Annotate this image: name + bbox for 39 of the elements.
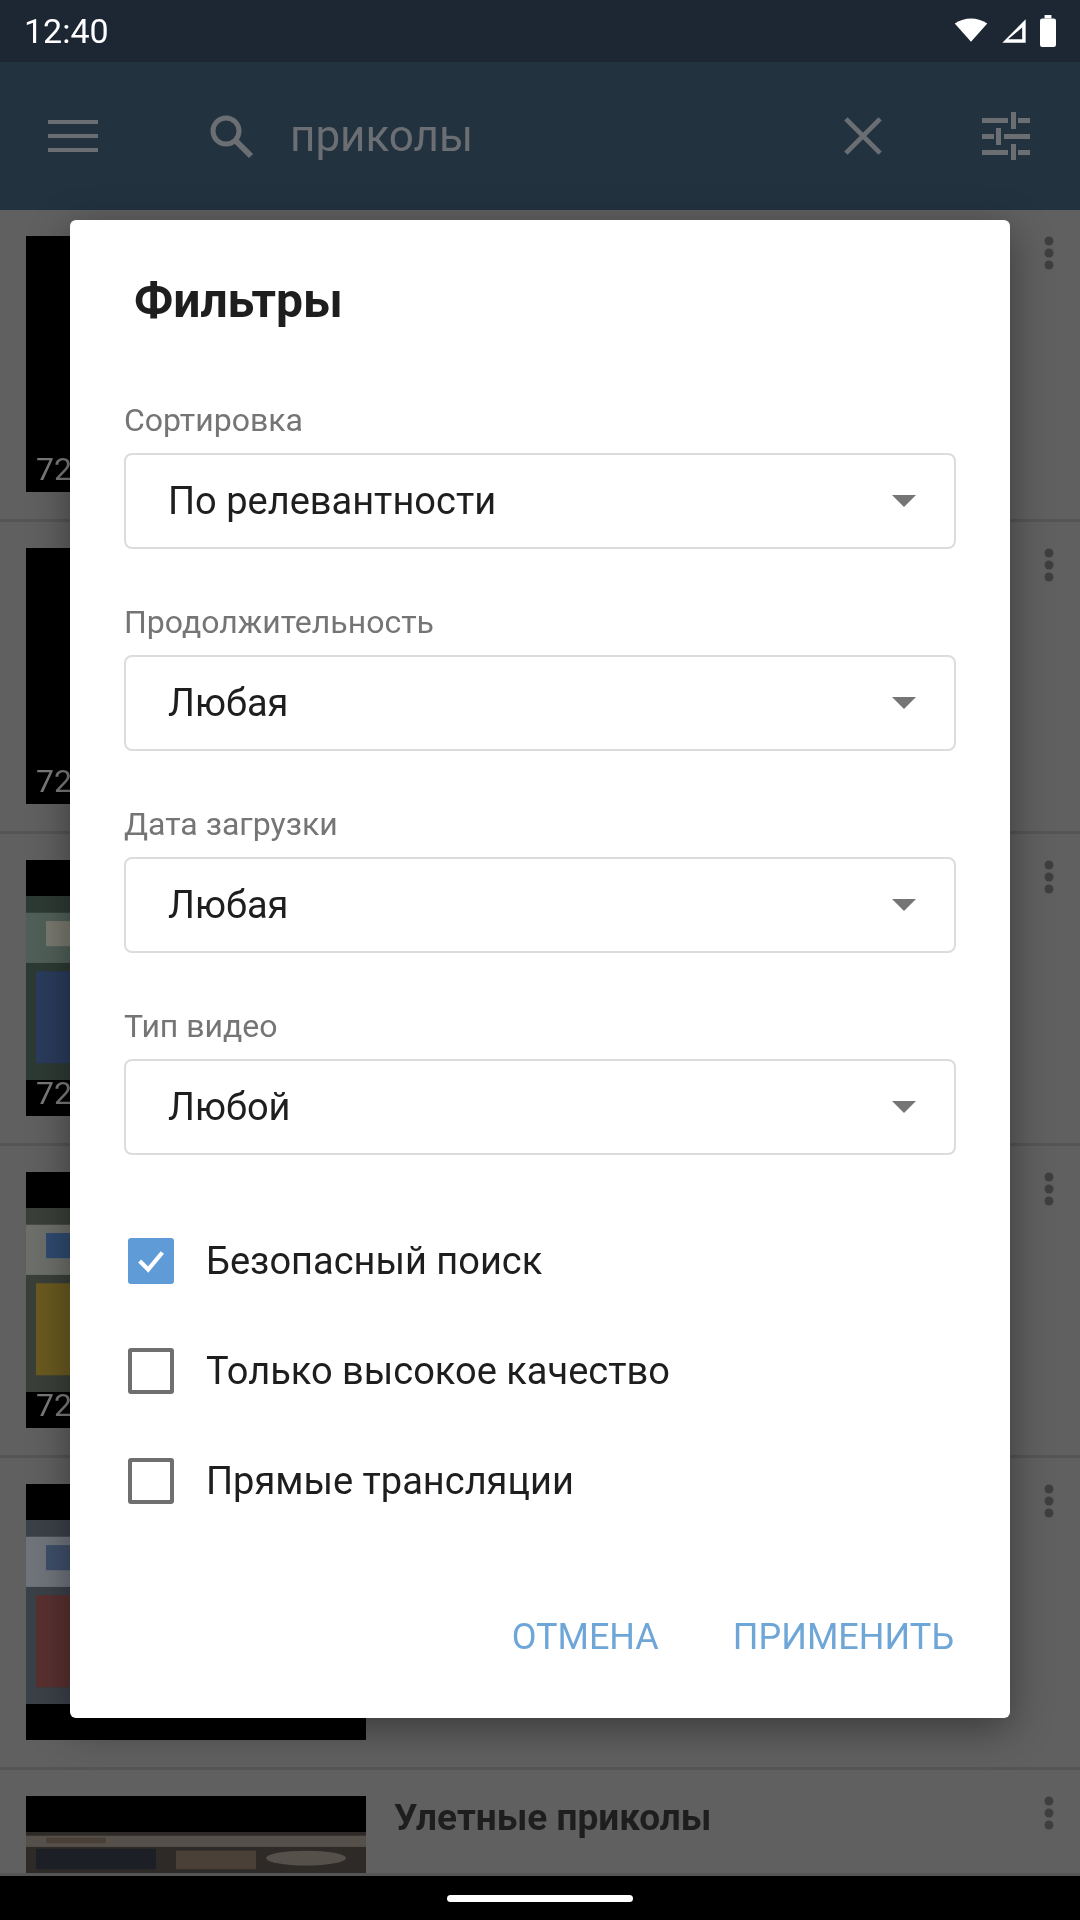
more-icon[interactable] xyxy=(1044,1172,1054,1206)
quality-label: 72 xyxy=(36,1074,72,1112)
field-label: Продолжительность xyxy=(124,603,435,641)
checkbox[interactable] xyxy=(128,1238,174,1284)
wifi-icon xyxy=(954,18,988,44)
checkbox-label: Прямые трансляции xyxy=(206,1459,574,1503)
checkbox[interactable] xyxy=(128,1348,174,1394)
more-icon[interactable] xyxy=(1044,1484,1054,1518)
field-label: Дата загрузки xyxy=(124,805,339,843)
video-thumbnail[interactable] xyxy=(26,1796,366,1873)
close-icon[interactable] xyxy=(844,117,882,155)
quality-label: 72 xyxy=(36,762,72,800)
dropdown[interactable]: Любая xyxy=(124,655,956,751)
more-icon[interactable] xyxy=(1044,548,1054,582)
quality-label: 72 xyxy=(36,1386,72,1424)
checkbox[interactable] xyxy=(128,1458,174,1504)
caret-icon xyxy=(892,899,916,911)
checkbox-label: Безопасный поиск xyxy=(206,1239,543,1283)
home-handle[interactable] xyxy=(447,1894,633,1902)
more-icon[interactable] xyxy=(1044,236,1054,270)
menu-icon[interactable] xyxy=(48,120,98,152)
more-icon[interactable] xyxy=(1044,1796,1054,1830)
caret-icon xyxy=(892,495,916,507)
signal-icon xyxy=(1000,17,1028,45)
field-label: Сортировка xyxy=(124,401,304,439)
caret-icon xyxy=(892,1101,916,1113)
dropdown[interactable]: Любой xyxy=(124,1059,956,1155)
quality-label: 72 xyxy=(36,450,72,488)
filter-icon[interactable] xyxy=(982,112,1030,160)
checkbox-label: Только высокое качество xyxy=(206,1349,670,1393)
dropdown[interactable]: Любая xyxy=(124,857,956,953)
more-icon[interactable] xyxy=(1044,860,1054,894)
battery-icon xyxy=(1040,15,1056,47)
dropdown[interactable]: По релевантности xyxy=(124,453,956,549)
field-label: Тип видео xyxy=(124,1007,279,1045)
dialog-title: Фильтры xyxy=(133,272,344,329)
status-time: 12:40 xyxy=(24,11,109,51)
search-icon xyxy=(208,113,254,159)
caret-icon xyxy=(892,697,916,709)
